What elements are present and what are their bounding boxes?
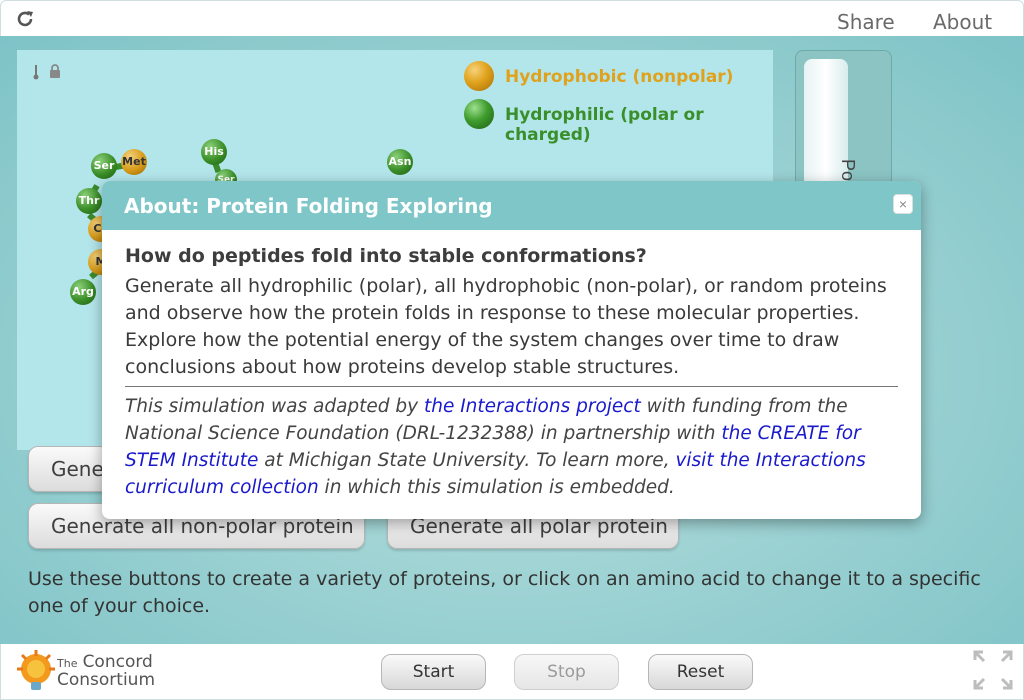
gauge-label: Po	[838, 159, 858, 182]
credit-part: This simulation was adapted by	[125, 396, 424, 417]
concord-logo-text[interactable]: The Concord Consortium	[57, 652, 155, 690]
reload-icon[interactable]	[15, 9, 37, 31]
about-dialog: About: Protein Folding Exploring × How d…	[102, 181, 921, 519]
credit-part: at Michigan State University. To learn m…	[258, 450, 676, 471]
top-bar: Share About	[0, 0, 1024, 36]
amino-acid-his[interactable]: His	[201, 139, 227, 165]
close-icon[interactable]: ×	[893, 194, 913, 214]
logo-consortium: Consortium	[57, 670, 156, 690]
logo-concord: Concord	[82, 652, 153, 672]
credit-text: This simulation was adapted by the Inter…	[125, 393, 898, 501]
hydrophobic-legend-dot	[464, 61, 494, 91]
dialog-title: About: Protein Folding Exploring	[124, 194, 493, 218]
amino-acid-asn[interactable]: Asn	[387, 149, 413, 175]
fullscreen-icon[interactable]	[973, 650, 1013, 690]
thermometer-icon[interactable]	[31, 64, 41, 83]
instructions-text: Use these buttons to create a variety of…	[28, 568, 981, 617]
lock-icon[interactable]	[49, 64, 61, 81]
divider	[125, 386, 898, 387]
start-button[interactable]: Start	[381, 654, 486, 690]
dialog-body: How do peptides fold into stable conform…	[125, 245, 898, 501]
about-link[interactable]: About	[933, 10, 992, 34]
hydrophilic-legend-label: Hydrophilic (polar or charged)	[505, 105, 704, 145]
amino-acid-arg[interactable]: Arg	[70, 279, 96, 305]
dialog-question: How do peptides fold into stable conform…	[125, 245, 647, 267]
amino-acid-met[interactable]: Met	[121, 149, 147, 175]
hydrophobic-legend-label: Hydrophobic (nonpolar)	[505, 67, 734, 87]
concord-logo-icon[interactable]	[17, 650, 55, 694]
stop-button[interactable]: Stop	[514, 654, 619, 690]
share-link[interactable]: Share	[837, 10, 895, 34]
dialog-header: About: Protein Folding Exploring ×	[102, 181, 921, 230]
credit-part: in which this simulation is embedded.	[318, 477, 675, 498]
interactions-project-link[interactable]: the Interactions project	[424, 396, 641, 417]
hydrophilic-legend-dot	[464, 99, 494, 129]
amino-acid-thr[interactable]: Thr	[76, 188, 102, 214]
footer-bar: The Concord Consortium Start Stop Reset	[0, 644, 1024, 700]
reset-button[interactable]: Reset	[648, 654, 753, 690]
logo-the: The	[57, 657, 78, 670]
dialog-description: Generate all hydrophilic (polar), all hy…	[125, 275, 887, 378]
amino-acid-ser[interactable]: Ser	[91, 153, 117, 179]
